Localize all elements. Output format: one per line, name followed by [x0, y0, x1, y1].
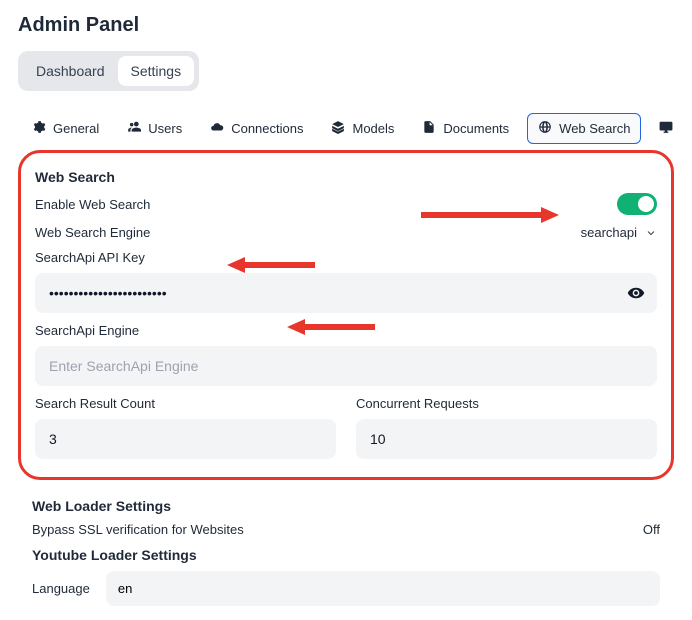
subtab-label: Documents	[443, 121, 509, 136]
api-engine-input[interactable]	[35, 346, 657, 386]
search-engine-value: searchapi	[581, 225, 637, 240]
subtab-connections[interactable]: Connections	[200, 114, 313, 143]
concurrent-input[interactable]	[356, 419, 657, 459]
language-label: Language	[32, 581, 90, 596]
eye-icon[interactable]	[627, 284, 645, 302]
web-loader-heading: Web Loader Settings	[32, 498, 660, 514]
main-tab-bar: Dashboard Settings	[18, 51, 199, 91]
api-key-input[interactable]	[35, 273, 657, 313]
search-engine-select[interactable]: searchapi	[581, 225, 657, 240]
enable-web-search-toggle[interactable]	[617, 193, 657, 215]
globe-icon	[538, 120, 552, 137]
monitor-icon	[659, 120, 673, 137]
enable-web-search-label: Enable Web Search	[35, 197, 150, 212]
api-key-label: SearchApi API Key	[35, 250, 657, 265]
subtab-label: Users	[148, 121, 182, 136]
subtab-users[interactable]: Users	[117, 114, 192, 143]
subtab-general[interactable]: General	[22, 114, 109, 143]
stack-icon	[331, 120, 345, 137]
cloud-icon	[210, 120, 224, 137]
bypass-ssl-label: Bypass SSL verification for Websites	[32, 522, 244, 537]
youtube-loader-heading: Youtube Loader Settings	[32, 547, 660, 563]
subtab-web-search[interactable]: Web Search	[527, 113, 641, 144]
tab-dashboard[interactable]: Dashboard	[23, 56, 118, 86]
concurrent-label: Concurrent Requests	[356, 396, 657, 411]
chevron-down-icon	[645, 227, 657, 239]
web-search-section: Web Search Enable Web Search Web Search …	[18, 150, 674, 480]
document-icon	[422, 120, 436, 137]
page-title: Admin Panel	[18, 14, 674, 37]
subtab-models[interactable]: Models	[321, 114, 404, 143]
subtab-label: General	[53, 121, 99, 136]
subtab-label: Connections	[231, 121, 303, 136]
tab-settings[interactable]: Settings	[118, 56, 195, 86]
api-engine-label: SearchApi Engine	[35, 323, 657, 338]
result-count-input[interactable]	[35, 419, 336, 459]
result-count-label: Search Result Count	[35, 396, 336, 411]
subtab-label: Web Search	[559, 121, 630, 136]
language-input[interactable]	[106, 571, 660, 606]
search-engine-label: Web Search Engine	[35, 225, 150, 240]
subtab-documents[interactable]: Documents	[412, 114, 519, 143]
subtab-label: Models	[352, 121, 394, 136]
web-search-heading: Web Search	[35, 169, 657, 185]
gear-icon	[32, 120, 46, 137]
users-icon	[127, 120, 141, 137]
bypass-ssl-value[interactable]: Off	[643, 522, 660, 537]
settings-subtabs: General Users Connections Models Documen…	[18, 113, 674, 152]
subtab-interface[interactable]: Ir	[649, 114, 674, 143]
